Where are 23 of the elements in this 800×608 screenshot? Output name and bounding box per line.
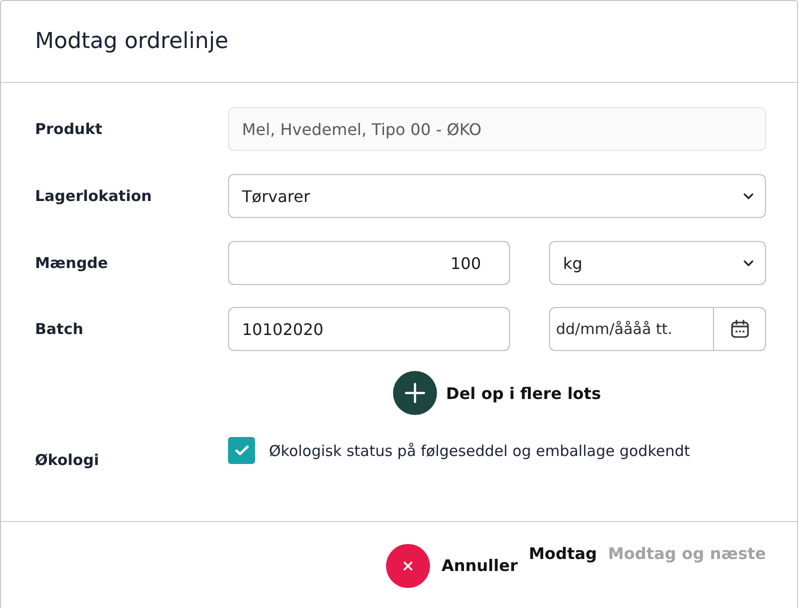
field-label: Produkt: [35, 119, 104, 139]
field-label: Lagerlokation: [35, 186, 153, 206]
cancel-button[interactable]: Annuller: [386, 544, 518, 588]
chevron-down-icon: [743, 192, 754, 200]
chevron-down-icon: [743, 260, 754, 266]
text-button[interactable]: Modtag: [528, 544, 597, 564]
date-field[interactable]: dd/mm/åååå tt.: [549, 307, 714, 351]
checkbox[interactable]: [228, 437, 255, 464]
split-lots-button[interactable]: Del op i flere lots: [393, 371, 601, 415]
dialog-title: Modtag ordrelinje: [35, 28, 228, 56]
field-label: Økologi: [35, 450, 100, 470]
checkbox-label: Økologisk status på følgeseddel og emballage godkendt: [269, 441, 690, 461]
field-label: Mængde: [35, 253, 109, 273]
number-field[interactable]: 100: [228, 241, 510, 285]
plus-icon: [393, 371, 438, 415]
close-icon: [386, 544, 430, 588]
text-field[interactable]: 10102020: [228, 307, 510, 351]
dropdown[interactable]: Tørvarer: [228, 174, 766, 218]
dropdown[interactable]: kg: [549, 241, 766, 285]
calendar-icon: [730, 319, 750, 339]
check-icon: [234, 445, 248, 456]
field-label: Batch: [35, 319, 84, 339]
calendar-button[interactable]: [714, 307, 766, 351]
